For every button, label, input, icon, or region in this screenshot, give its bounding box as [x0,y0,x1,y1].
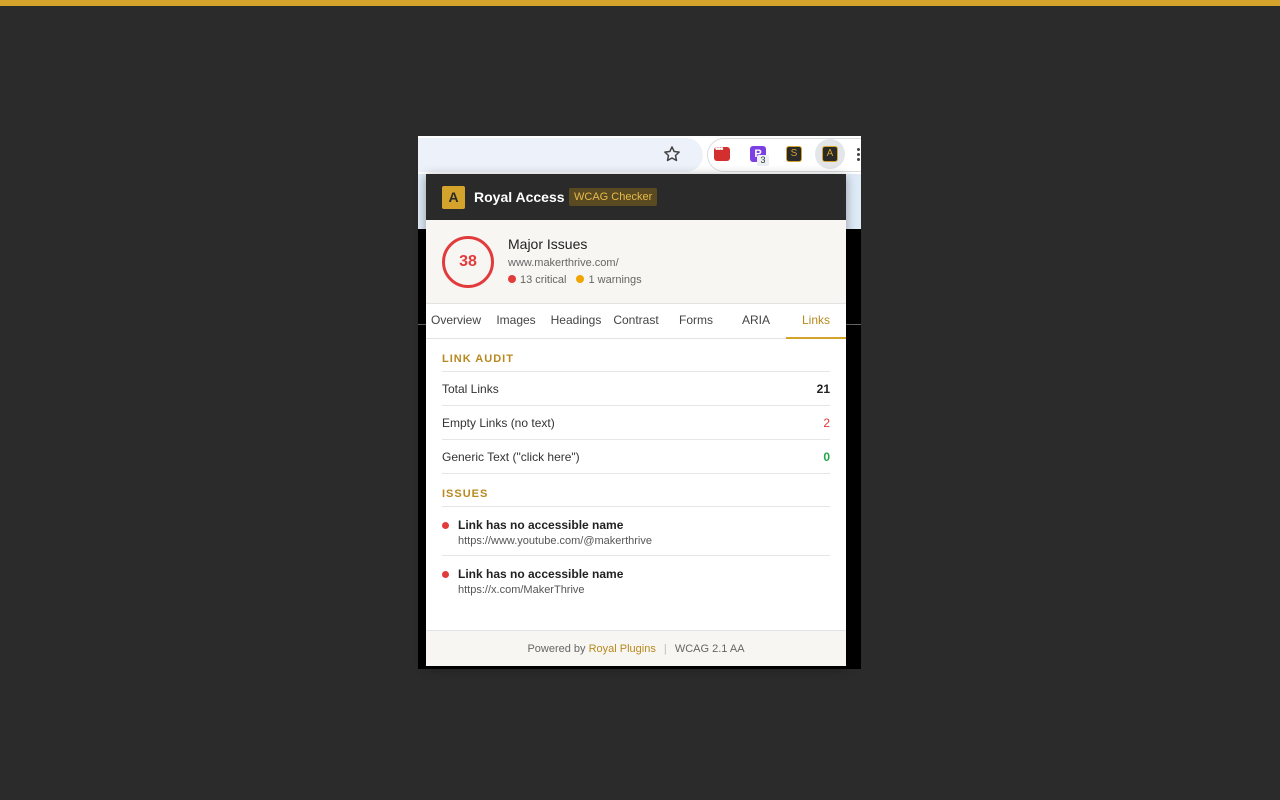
site-url: www.makerthrive.com/ [508,257,619,269]
tab-overview[interactable]: Overview [426,304,486,339]
royal-s-icon[interactable]: S [786,146,802,162]
tab-aria[interactable]: ARIA [726,304,786,339]
top-accent-bar [0,0,1280,6]
issue-stats: 13 critical 1 warnings [508,274,642,286]
issue-item[interactable]: Link has no accessible name https://x.co… [442,556,830,605]
metric-row-total-links: Total Links 21 [442,372,830,406]
score-circle: 38 [442,236,494,288]
footer-separator: | [663,643,667,655]
wcag-checker-badge: WCAG Checker [569,188,658,206]
issue-title: Link has no accessible name [458,567,624,581]
popup-header: A Royal Access WCAG Checker [426,174,846,220]
metric-label: Generic Text ("click here") [442,449,580,464]
popup-title: Royal Access [474,189,565,205]
warning-dot-icon [576,275,585,283]
issues-heading: ISSUES [442,474,830,507]
lastpass-icon[interactable] [714,144,730,161]
issue-url: https://x.com/MakerThrive [458,584,585,596]
extension-popup: A Royal Access WCAG Checker 38 Major Iss… [426,174,846,666]
extension-badge: 3 [757,155,769,166]
tab-headings[interactable]: Headings [546,304,606,339]
browser-toolbar: P 3 S A [418,136,861,174]
issue-title: Link has no accessible name [458,518,624,532]
critical-label: 13 critical [520,274,567,286]
royal-access-logo: A [442,186,465,209]
address-bar[interactable] [418,138,703,172]
royal-plugins-link[interactable]: Royal Plugins [589,643,656,655]
tab-images[interactable]: Images [486,304,546,339]
critical-dot-icon [508,275,516,283]
wcag-standard: WCAG 2.1 AA [674,643,745,655]
popup-footer: Powered by Royal Plugins | WCAG 2.1 AA [426,630,846,666]
metric-value: 2 [823,415,830,430]
link-audit-heading: LINK AUDIT [442,339,830,372]
critical-dot-icon [442,571,449,578]
tab-forms[interactable]: Forms [666,304,726,339]
powered-by-text: Powered by [527,643,586,655]
metric-value: 0 [823,449,830,464]
metric-value: 21 [816,381,830,396]
issue-url: https://www.youtube.com/@makerthrive [458,535,652,547]
metric-row-empty-links: Empty Links (no text) 2 [442,406,830,440]
tab-bar: Overview Images Headings Contrast Forms … [426,304,846,339]
metric-label: Total Links [442,381,499,396]
tab-content: LINK AUDIT Total Links 21 Empty Links (n… [426,339,846,605]
warning-count: 1 warnings [576,274,642,286]
menu-kebab-icon[interactable] [857,148,861,162]
tab-links[interactable]: Links [786,304,846,339]
metric-row-generic-text: Generic Text ("click here") 0 [442,440,830,474]
bookmark-star-icon[interactable] [662,144,682,164]
score-summary: 38 Major Issues www.makerthrive.com/ 13 … [426,220,846,304]
royal-access-icon[interactable]: A [822,146,838,162]
warning-label: 1 warnings [588,274,642,286]
metric-label: Empty Links (no text) [442,415,555,430]
tab-contrast[interactable]: Contrast [606,304,666,339]
status-title: Major Issues [508,236,588,252]
issue-item[interactable]: Link has no accessible name https://www.… [442,507,830,556]
critical-dot-icon [442,522,449,529]
critical-count: 13 critical [508,274,566,286]
